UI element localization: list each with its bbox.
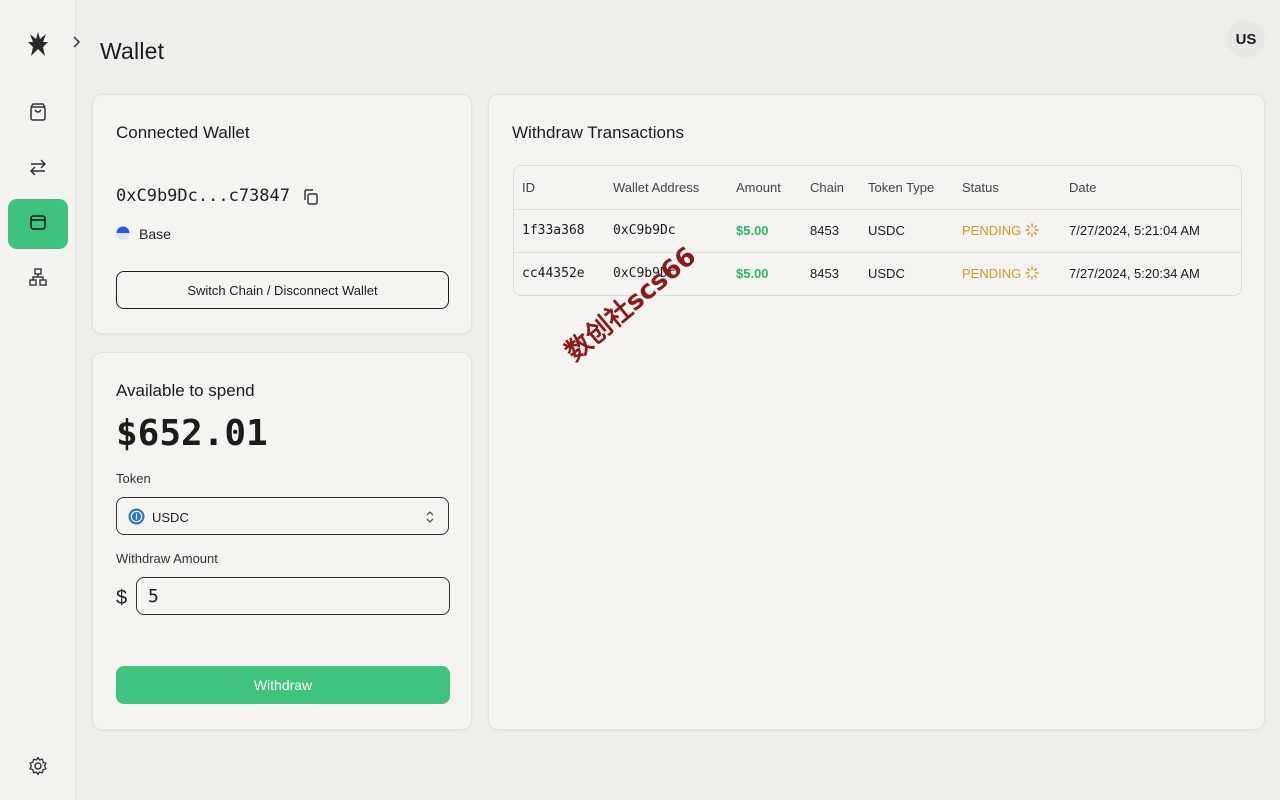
tx-date: 7/27/2024, 5:20:34 AM (1061, 251, 1241, 295)
tx-status: PENDING (954, 208, 1061, 252)
page-title: Wallet (100, 38, 165, 64)
withdraw-amount-input[interactable] (136, 577, 450, 615)
copy-icon[interactable] (302, 188, 320, 206)
sidebar-item-shop[interactable] (8, 89, 68, 139)
table-header-row: ID Wallet Address Amount Chain Token Typ… (514, 166, 1241, 209)
tx-id: 1f33a368 (514, 208, 605, 252)
tx-id: cc44352e (514, 251, 605, 295)
switch-chain-button[interactable]: Switch Chain / Disconnect Wallet (116, 271, 449, 309)
withdraw-amount-label: Withdraw Amount (116, 551, 218, 566)
chain-name: Base (139, 226, 171, 242)
wallet-address: 0xC9b9Dc...c73847 (116, 186, 290, 206)
sitemap-icon (28, 267, 48, 292)
base-chain-icon (116, 226, 130, 240)
sidebar-item-network[interactable] (8, 254, 68, 304)
column-header[interactable]: Status (954, 166, 1061, 209)
brand-logo-icon[interactable] (26, 30, 50, 58)
tx-status-text: PENDING (962, 266, 1022, 282)
tx-chain: 8453 (802, 251, 860, 295)
tx-date: 7/27/2024, 5:21:04 AM (1061, 208, 1241, 252)
sidebar-item-wallet[interactable] (8, 199, 68, 249)
connected-wallet-card: Connected Wallet 0xC9b9Dc...c73847 Base … (92, 94, 472, 334)
tx-status-text: PENDING (962, 223, 1022, 238)
table-row[interactable]: 1f33a368 0xC9b9Dc $5.00 8453 USDC PENDIN… (514, 208, 1241, 252)
chevron-updown-icon (424, 509, 436, 525)
available-to-spend-card: Available to spend $652.01 Token USDC Wi… (92, 352, 472, 730)
avatar[interactable]: US (1227, 20, 1265, 58)
connected-wallet-title: Connected Wallet (116, 123, 250, 142)
currency-symbol: $ (116, 587, 128, 609)
tx-token: USDC (860, 208, 954, 252)
wallet-icon (28, 212, 48, 237)
token-label: Token (116, 471, 151, 486)
column-header[interactable]: Wallet Address (605, 166, 728, 209)
column-header[interactable]: ID (514, 166, 605, 209)
tx-amount: $5.00 (728, 208, 802, 252)
transactions-table: ID Wallet Address Amount Chain Token Typ… (513, 165, 1242, 296)
tx-amount: $5.00 (728, 251, 802, 295)
tx-chain: 8453 (802, 208, 860, 252)
column-header[interactable]: Date (1061, 166, 1241, 209)
loading-spinner-icon (1025, 266, 1039, 280)
loading-spinner-icon (1025, 223, 1039, 237)
sidebar (0, 0, 81, 800)
tx-status: PENDING (954, 251, 1061, 295)
chevron-right-icon[interactable] (68, 32, 84, 52)
token-select-value: USDC (152, 510, 189, 525)
transactions-title: Withdraw Transactions (512, 123, 684, 142)
token-select[interactable]: USDC (116, 497, 449, 535)
tx-token: USDC (860, 251, 954, 295)
sidebar-item-transfer[interactable] (8, 144, 68, 194)
balance-amount: $652.01 (116, 413, 268, 454)
available-title: Available to spend (116, 381, 255, 400)
shopping-bag-icon (28, 102, 48, 127)
withdraw-button[interactable]: Withdraw (116, 666, 450, 704)
column-header[interactable]: Amount (728, 166, 802, 209)
usdc-icon (128, 508, 145, 525)
column-header[interactable]: Chain (802, 166, 860, 209)
gear-icon[interactable] (26, 754, 50, 778)
withdraw-transactions-card: Withdraw Transactions ID Wallet Address … (488, 94, 1265, 730)
transfer-arrows-icon (28, 157, 48, 182)
column-header[interactable]: Token Type (860, 166, 954, 209)
